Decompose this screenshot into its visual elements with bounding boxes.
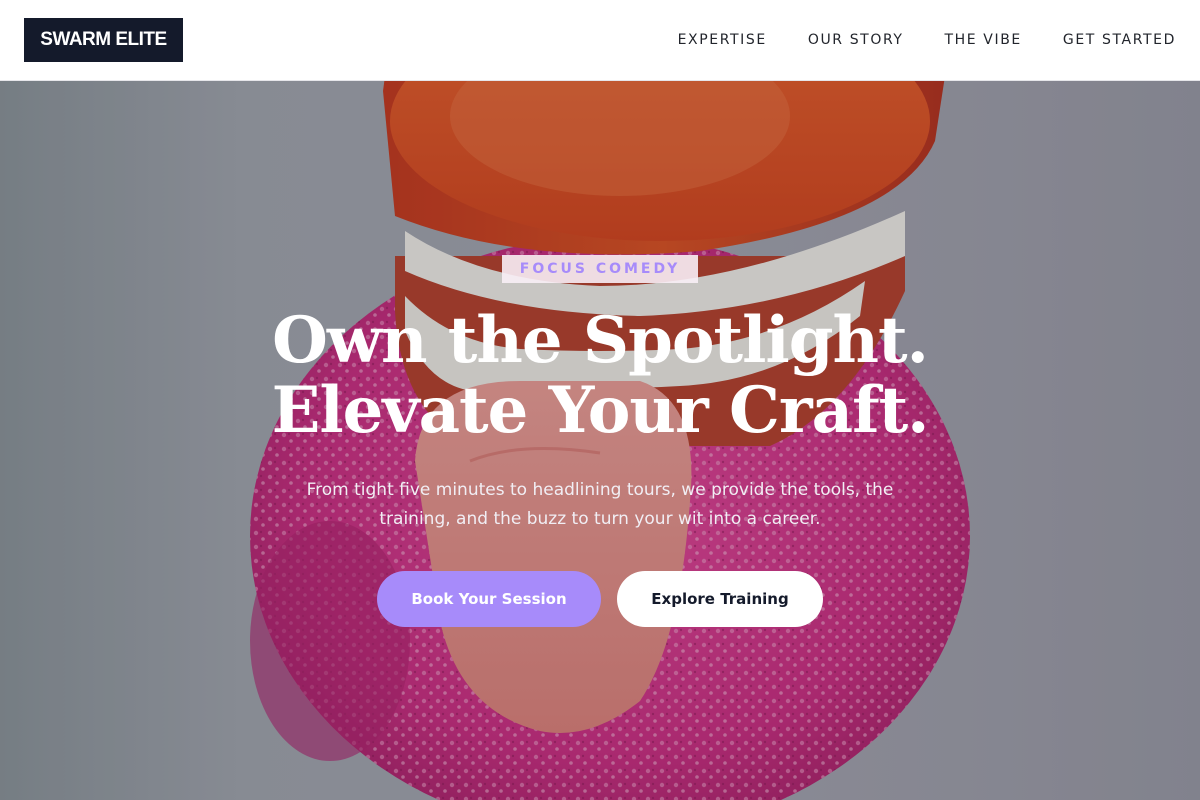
site-header: SWARM ELITE EXPERTISE OUR STORY THE VIBE… [0, 0, 1200, 81]
brand-logo[interactable]: SWARM ELITE [24, 18, 183, 62]
nav-link-the-vibe[interactable]: THE VIBE [945, 32, 1022, 48]
nav-link-get-started[interactable]: GET STARTED [1063, 32, 1176, 48]
hero-eyebrow-badge: FOCUS COMEDY [502, 255, 698, 283]
book-session-button[interactable]: Book Your Session [377, 571, 601, 627]
hero-headline-line-1: Own the Spotlight. [272, 303, 929, 378]
hero-headline-line-2: Elevate Your Craft. [271, 373, 930, 448]
nav-link-expertise[interactable]: EXPERTISE [678, 32, 767, 48]
explore-training-button[interactable]: Explore Training [617, 571, 823, 627]
main-nav: EXPERTISE OUR STORY THE VIBE GET STARTED [678, 0, 1176, 80]
nav-link-our-story[interactable]: OUR STORY [808, 32, 904, 48]
hero-subtitle: From tight five minutes to headlining to… [306, 480, 894, 529]
hero-headline: Own the Spotlight. Elevate Your Craft. [200, 306, 1000, 446]
